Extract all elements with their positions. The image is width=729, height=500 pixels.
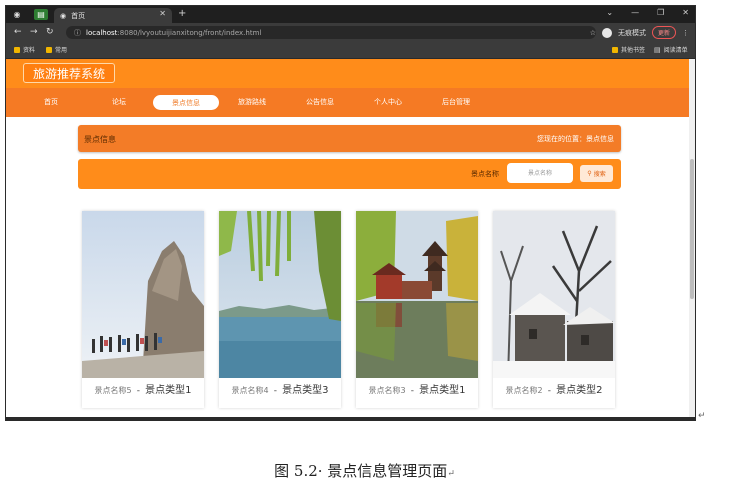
site-header: 旅游推荐系统 [6,59,695,88]
main-nav: 首页 论坛 景点信息 旅游路线 公告信息 个人中心 后台管理 [6,88,695,117]
back-icon[interactable]: ← [14,27,22,37]
search-icon: ⚲ [587,170,592,177]
card-caption: 景点名称5 - 景点类型1 [82,378,204,397]
maximize-icon[interactable]: ❐ [657,8,664,17]
bookmark-label: 常用 [55,47,68,54]
more-menu-icon[interactable]: ⋮ [682,29,689,37]
breadcrumb: 您现在的位置：景点信息 [537,135,614,143]
search-button-label: 搜索 [593,171,606,178]
bookmark-star-icon[interactable]: ☆ [590,29,596,37]
address-bar-row: ← → ↻ ⓘ localhost:8080/lvyoutuijianxiton… [6,23,695,42]
nav-item-attractions[interactable]: 景点信息 [153,95,219,110]
attraction-card[interactable]: 景点名称5 - 景点类型1 [82,211,204,408]
nav-item-forum[interactable]: 论坛 [112,97,126,107]
nav-item-home[interactable]: 首页 [44,97,58,107]
browser-menu-icon[interactable]: ◉ [10,9,24,20]
reading-list-icon: ▤ [654,45,661,54]
tab-home[interactable]: ◉ 首页 ✕ [54,8,172,23]
tab-strip: ◉ ▤ ◉ 首页 ✕ + ⌄ — ❐ ✕ [6,6,695,23]
update-button[interactable]: 更新 [651,26,676,39]
tab-search-icon[interactable]: ⌄ [606,8,613,17]
snow-village-icon [493,211,615,378]
window-controls: ⌄ — ❐ ✕ [606,8,689,17]
nav-item-announcements[interactable]: 公告信息 [306,97,334,107]
attraction-name: 景点名称3 [368,386,406,395]
tab-title: 首页 [71,11,86,20]
folder-icon [14,46,20,53]
figure-caption: 图 5.2· 景点信息管理页面↵ [0,460,729,481]
browser-window: ◉ ▤ ◉ 首页 ✕ + ⌄ — ❐ ✕ ← → ↻ ⓘ localhost:8… [5,5,696,418]
card-caption: 景点名称2 - 景点类型2 [493,378,615,397]
site-logo[interactable]: 旅游推荐系统 [23,63,116,83]
nav-item-personal-center[interactable]: 个人中心 [374,97,402,107]
attraction-type: 景点类型1 [145,385,192,396]
other-bookmarks[interactable]: 其他书签 [612,45,645,54]
caption-separator: - [136,386,140,396]
bookmark-label: 阅读清单 [663,47,688,54]
nav-item-routes[interactable]: 旅游路线 [238,97,266,107]
url-host: localhost [86,28,118,37]
page-scrollbar[interactable] [689,59,695,417]
bookmark-folder[interactable]: 常用 [46,45,67,54]
attraction-type: 景点类型3 [282,385,329,396]
lake-willow-icon [219,211,341,378]
web-page: 旅游推荐系统 首页 论坛 景点信息 旅游路线 公告信息 个人中心 后台管理 景点… [6,59,695,417]
attraction-name: 景点名称4 [231,386,269,395]
folder-icon [612,46,618,53]
attraction-name: 景点名称5 [94,386,132,395]
caption-separator: - [273,386,277,396]
attraction-type: 景点类型1 [419,385,466,396]
caption-separator: - [547,386,551,396]
new-tab-icon[interactable]: + [178,8,186,19]
toolbar-right: ☆ 无痕模式 更新 ⋮ [590,26,689,39]
bookmark-label: 其他书签 [621,47,646,54]
attraction-card[interactable]: 景点名称4 - 景点类型3 [219,211,341,408]
url-path: :8080/lvyoutuijianxitong/front/index.htm… [117,28,262,37]
address-input[interactable]: ⓘ localhost:8080/lvyoutuijianxitong/fron… [66,26,596,39]
site-info-icon[interactable]: ⓘ [74,28,81,38]
pagoda-reflection-icon [356,211,478,378]
paragraph-mark-icon: ↵ [698,411,706,421]
search-button[interactable]: ⚲ 搜索 [580,165,613,182]
incognito-icon[interactable] [601,27,612,38]
caption-separator: - [410,386,414,396]
section-header: 景点信息 您现在的位置：景点信息 [78,125,621,152]
close-window-icon[interactable]: ✕ [682,8,689,17]
folder-icon [46,46,52,53]
bookmark-label: 资料 [23,47,36,54]
taskbar-edge [5,417,696,421]
forward-icon[interactable]: → [30,27,38,37]
figure-caption-text: 图 5.2· 景点信息管理页面 [274,462,448,480]
nav-item-admin[interactable]: 后台管理 [442,97,470,107]
bookmarks-bar: 资料 常用 其他书签 ▤ 阅读清单 [6,42,695,59]
search-input[interactable] [507,163,573,183]
attraction-card[interactable]: 景点名称3 - 景点类型1 [356,211,478,408]
minimize-icon[interactable]: — [631,8,639,17]
globe-icon: ◉ [60,11,67,20]
attraction-name: 景点名称2 [505,386,543,395]
card-caption: 景点名称3 - 景点类型1 [356,378,478,397]
card-caption: 景点名称4 - 景点类型3 [219,378,341,397]
search-label: 景点名称 [471,170,499,178]
search-bar: 景点名称 ⚲ 搜索 [78,159,621,189]
paragraph-mark-icon: ↵ [447,469,455,479]
scrollbar-thumb[interactable] [690,159,694,299]
attraction-card[interactable]: 景点名称2 - 景点类型2 [493,211,615,408]
tab-close-icon[interactable]: ✕ [159,9,166,18]
reload-icon[interactable]: ↻ [46,27,54,37]
rock-cliff-tourists-icon [82,211,204,378]
section-title: 景点信息 [84,135,116,144]
pinned-tab-icon[interactable]: ▤ [34,9,48,20]
incognito-label: 无痕模式 [617,28,646,37]
bookmark-folder[interactable]: 资料 [14,45,35,54]
reading-list[interactable]: ▤ 阅读清单 [654,45,688,55]
attraction-type: 景点类型2 [556,385,603,396]
